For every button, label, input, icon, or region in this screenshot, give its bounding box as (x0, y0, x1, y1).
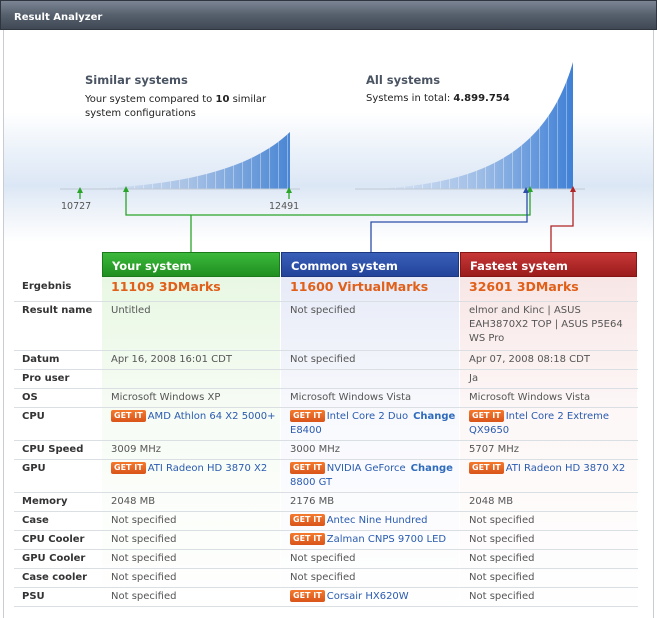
row-label: Datum (14, 350, 102, 370)
table-row: Case Not specified GET IT Antec Nine Hund… (14, 511, 638, 531)
table-row: Pro user Ja (14, 369, 638, 389)
cell: Ja (460, 369, 638, 389)
cell: 2176 MB (281, 492, 460, 512)
your-score: 11109 3DMarks (111, 279, 221, 294)
get-it-button[interactable]: GET IT (111, 409, 146, 422)
cpu-cooler-link[interactable]: Zalman CNPS 9700 LED (327, 534, 446, 545)
cpu-link-cont[interactable]: E8400 (290, 425, 322, 436)
cell: Untitled (102, 301, 281, 351)
get-it-button[interactable]: GET IT (111, 461, 146, 474)
table-row: Case cooler Not specified Not specified … (14, 568, 638, 588)
case-link[interactable]: Antec Nine Hundred (327, 515, 428, 526)
cell: Not specified (460, 587, 638, 607)
cell: elmor and Kinc | ASUS EAH3870X2 TOP | AS… (460, 301, 638, 351)
cell: Not specified (460, 568, 638, 588)
table-row: Memory 2048 MB 2176 MB 2048 MB (14, 492, 638, 512)
cell: 3000 MHz (281, 440, 460, 460)
cell: Not specified (102, 530, 281, 550)
get-it-button[interactable]: GET IT (290, 461, 325, 474)
table-row: Ergebnis 11109 3DMarks 11600 VirtualMark… (14, 277, 638, 302)
cpu-link[interactable]: AMD Athlon 64 X2 5000+ (148, 411, 276, 422)
table-row: Datum Apr 16, 2008 16:01 CDT Not specifi… (14, 350, 638, 370)
cell: 5707 MHz (460, 440, 638, 460)
cell: Not specified (460, 511, 638, 531)
gpu-link-cont[interactable]: 8800 GT (290, 477, 332, 488)
cell: Microsoft Windows Vista (460, 388, 638, 408)
row-label: Memory (14, 492, 102, 512)
table-row: OS Microsoft Windows XP Microsoft Window… (14, 388, 638, 408)
cell: Microsoft Windows Vista (281, 388, 460, 408)
cell: Not specified (460, 549, 638, 569)
cell: Not specified (102, 549, 281, 569)
row-label: CPU Speed (14, 440, 102, 460)
table-row: CPU Speed 3009 MHz 3000 MHz 5707 MHz (14, 440, 638, 460)
row-label: Case (14, 511, 102, 531)
table-row: CPU GET IT AMD Athlon 64 X2 5000+ GET IT I… (14, 407, 638, 441)
row-label: Case cooler (14, 568, 102, 588)
cell (102, 369, 281, 389)
row-label: PSU (14, 587, 102, 607)
get-it-button[interactable]: GET IT (290, 532, 325, 545)
get-it-button[interactable]: GET IT (290, 513, 325, 526)
cell: Not specified (281, 350, 460, 370)
get-it-button[interactable]: GET IT (469, 409, 504, 422)
marker-lines (125, 192, 574, 252)
cell: 3009 MHz (102, 440, 281, 460)
get-it-button[interactable]: GET IT (290, 409, 325, 422)
row-label: CPU Cooler (14, 530, 102, 550)
cell: 2048 MB (102, 492, 281, 512)
your-system-header: Your system (102, 252, 280, 277)
table-row: CPU Cooler Not specified GET IT Zalman CN… (14, 530, 638, 550)
fastest-system-header: Fastest system (460, 252, 637, 277)
row-label: GPU (14, 459, 102, 493)
cell: Not specified (281, 301, 460, 351)
distribution-graphs (60, 62, 585, 252)
row-label: GPU Cooler (14, 549, 102, 569)
change-link[interactable]: Change (413, 411, 455, 422)
common-system-header: Common system (281, 252, 459, 277)
results-table: Ergebnis 11109 3DMarks 11600 VirtualMark… (14, 277, 638, 607)
row-label: CPU (14, 407, 102, 441)
psu-link[interactable]: Corsair HX620W (327, 591, 409, 602)
table-row: PSU Not specified GET IT Corsair HX620W N… (14, 587, 638, 607)
table-row: Result name Untitled Not specified elmor… (14, 301, 638, 351)
cell (281, 369, 460, 389)
cell: Not specified (460, 530, 638, 550)
cell: Not specified (281, 549, 460, 569)
cpu-link[interactable]: Intel Core 2 Duo (327, 411, 408, 422)
row-label: Ergebnis (14, 277, 102, 302)
cell: Not specified (281, 568, 460, 588)
cell: Microsoft Windows XP (102, 388, 281, 408)
gpu-link[interactable]: ATI Radeon HD 3870 X2 (148, 463, 268, 474)
cell: Not specified (102, 568, 281, 588)
cell: Not specified (102, 587, 281, 607)
change-link[interactable]: Change (411, 463, 453, 474)
row-label: Result name (14, 301, 102, 351)
row-label: Pro user (14, 369, 102, 389)
fastest-score: 32601 3DMarks (469, 279, 579, 294)
common-score: 11600 VirtualMarks (290, 279, 429, 294)
table-row: GPU Cooler Not specified Not specified N… (14, 549, 638, 569)
table-row: GPU GET IT ATI Radeon HD 3870 X2 GET IT NV… (14, 459, 638, 493)
get-it-button[interactable]: GET IT (290, 589, 325, 602)
gpu-link[interactable]: ATI Radeon HD 3870 X2 (506, 463, 626, 474)
cell: Apr 16, 2008 16:01 CDT (102, 350, 281, 370)
row-label: OS (14, 388, 102, 408)
cell: Apr 07, 2008 08:18 CDT (460, 350, 638, 370)
get-it-button[interactable]: GET IT (469, 461, 504, 474)
gpu-link[interactable]: NVIDIA GeForce (327, 463, 406, 474)
cell: Not specified (102, 511, 281, 531)
cell: 2048 MB (460, 492, 638, 512)
